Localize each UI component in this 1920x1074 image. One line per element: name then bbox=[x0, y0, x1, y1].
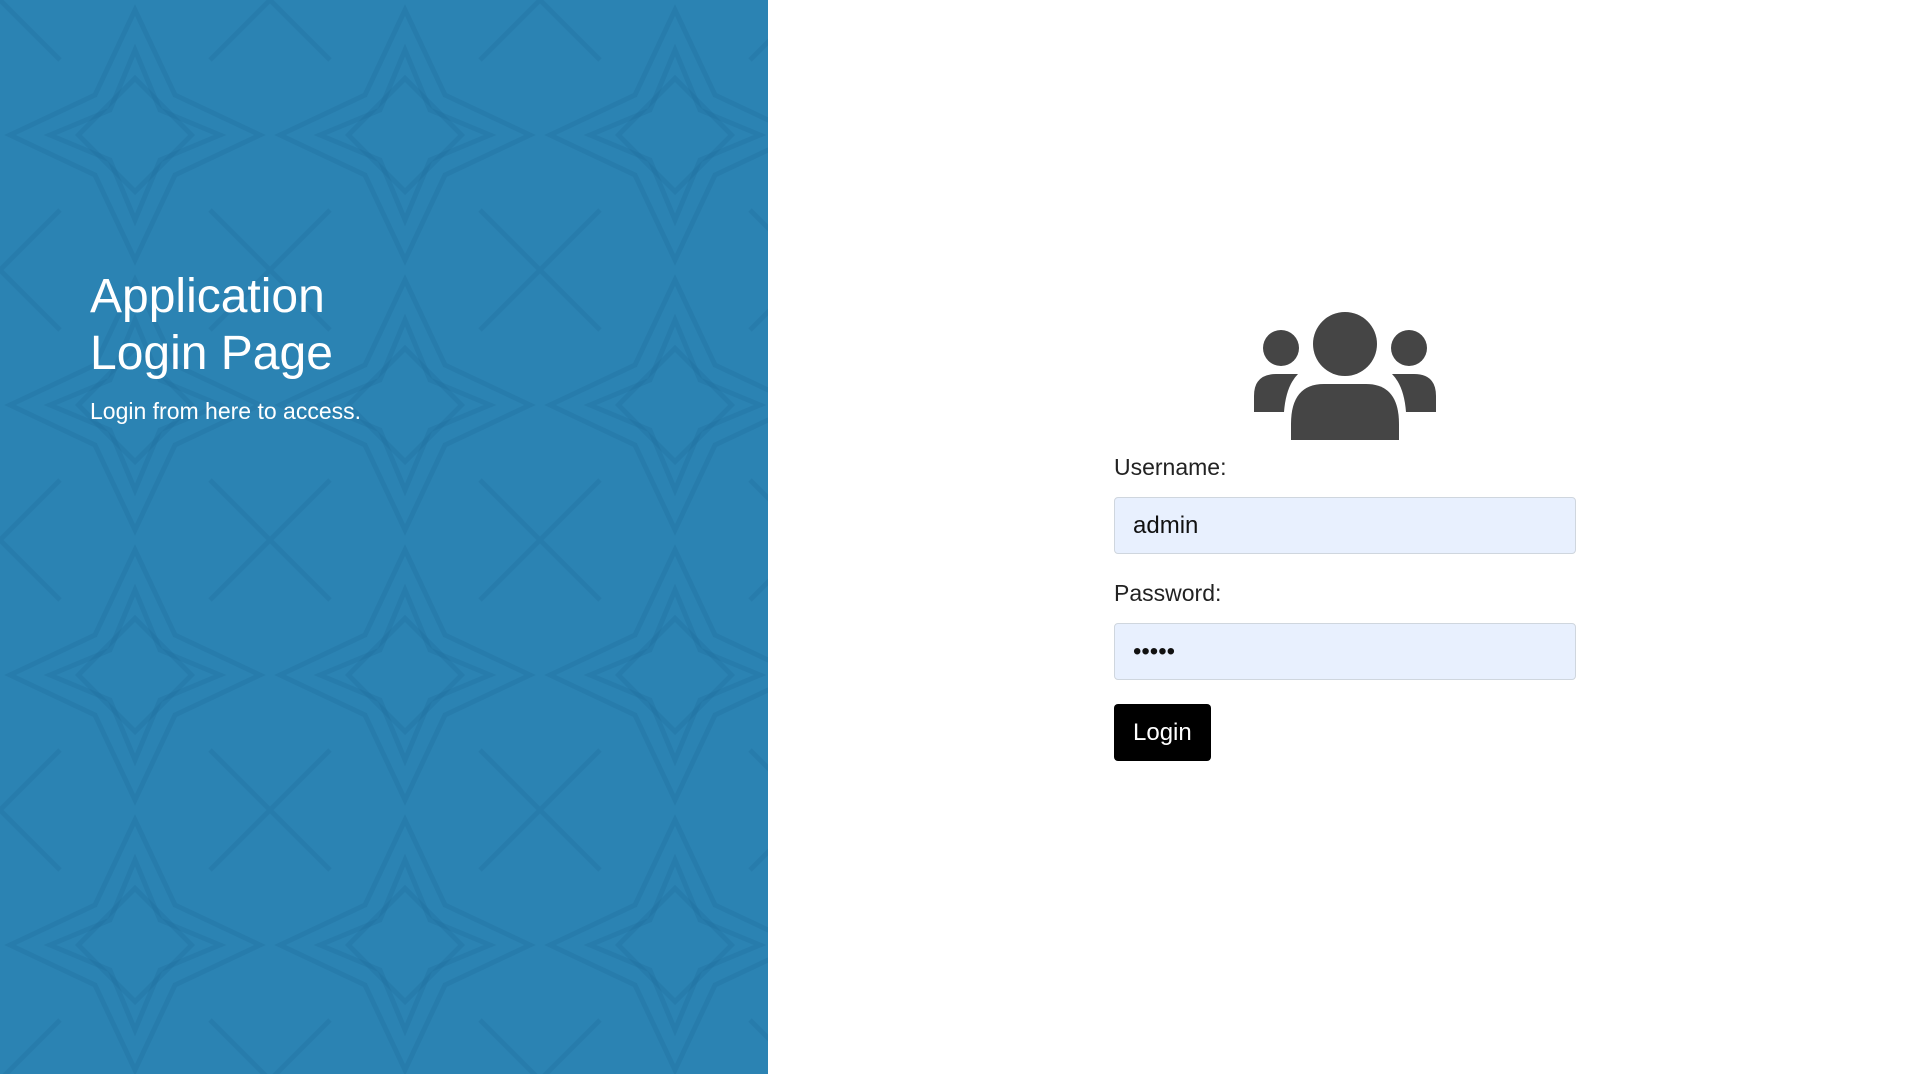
page-subtitle: Login from here to access. bbox=[90, 398, 362, 424]
login-panel: Username: Password: Login bbox=[768, 0, 1920, 1074]
username-input[interactable] bbox=[1114, 497, 1576, 554]
username-label: Username: bbox=[1114, 454, 1227, 480]
login-button[interactable]: Login bbox=[1114, 704, 1211, 761]
password-label: Password: bbox=[1114, 580, 1222, 606]
login-page: Application Login Page Login from here t… bbox=[0, 0, 1920, 1074]
password-input[interactable] bbox=[1114, 623, 1576, 680]
hero-text: Application Login Page Login from here t… bbox=[90, 268, 410, 425]
login-form: Username: Password: Login bbox=[1114, 312, 1576, 761]
page-title: Application Login Page bbox=[90, 270, 333, 380]
background-pattern bbox=[0, 0, 768, 1074]
branding-panel: Application Login Page Login from here t… bbox=[0, 0, 768, 1074]
users-icon bbox=[1254, 312, 1436, 440]
